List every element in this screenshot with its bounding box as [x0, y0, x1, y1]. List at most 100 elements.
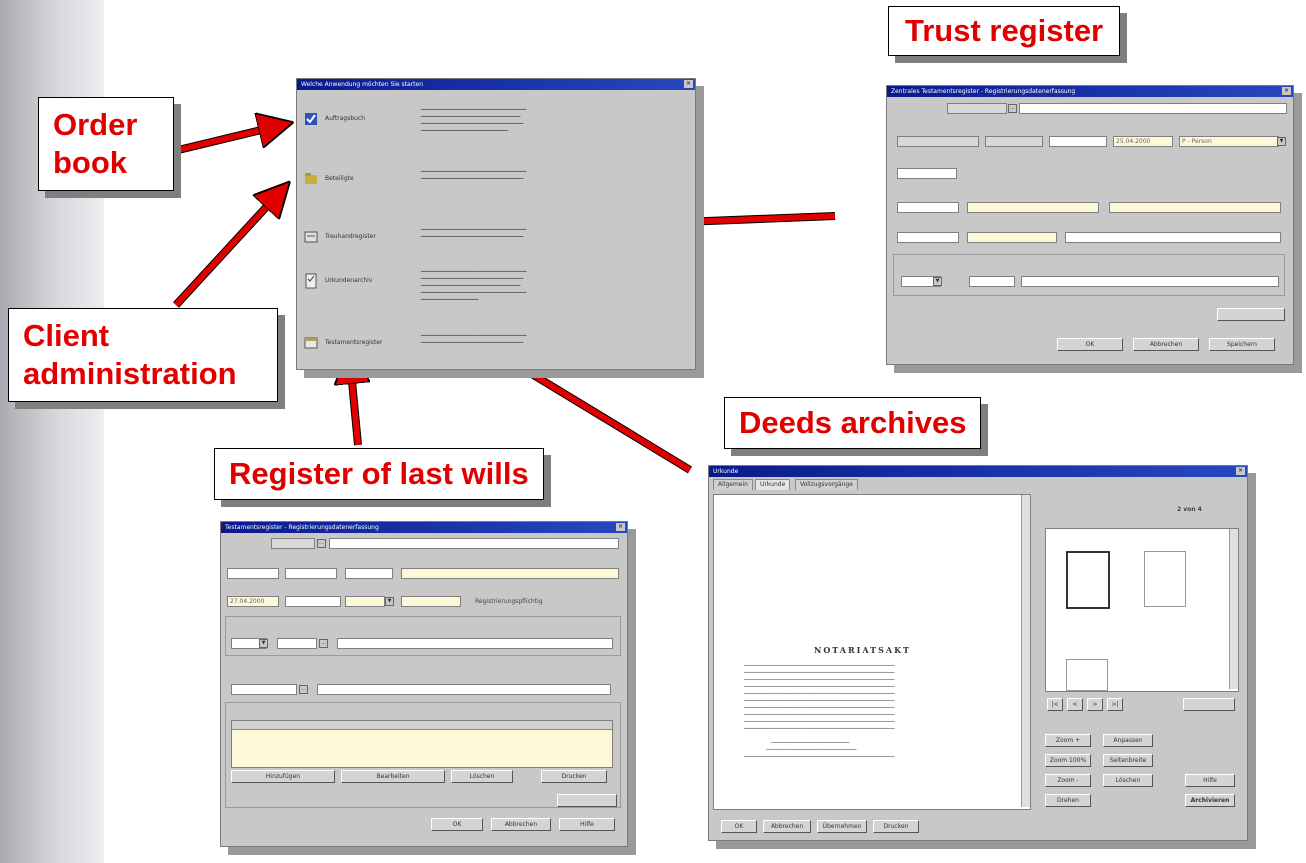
- launcher-item-order-book[interactable]: Auftragsbuch ━━━━━━━━━━━━━━━━━━━━━━━━━━━…: [301, 107, 681, 147]
- tab-vollzug[interactable]: Vollzugsvorgänge: [795, 479, 858, 490]
- wills-ok-button[interactable]: OK: [431, 818, 483, 831]
- delete-page-button[interactable]: Löschen: [1103, 774, 1153, 787]
- wills-field-a[interactable]: [227, 568, 279, 579]
- wills-add-button[interactable]: Hinzufügen: [231, 770, 335, 783]
- trust-ok-button[interactable]: OK: [1057, 338, 1123, 351]
- document-scrollbar[interactable]: [1021, 495, 1030, 807]
- callout-deeds-archives: Deeds archives: [724, 397, 982, 449]
- wills-field-i[interactable]: [317, 684, 611, 695]
- chevron-down-icon[interactable]: ▼: [1277, 137, 1286, 146]
- wills-field-c[interactable]: [345, 568, 393, 579]
- wills-field-f[interactable]: [345, 596, 385, 607]
- deed-icon: [305, 273, 317, 289]
- trust-name-field[interactable]: [1019, 103, 1287, 114]
- wills-help-button[interactable]: Hilfe: [559, 818, 615, 831]
- nav-prev-button[interactable]: <: [1067, 698, 1083, 711]
- rotate-button[interactable]: Drehen: [1045, 794, 1091, 807]
- tab-allgemein[interactable]: Allgemein: [713, 479, 753, 490]
- close-icon[interactable]: ×: [1236, 467, 1245, 475]
- trust-field-b[interactable]: [985, 136, 1043, 147]
- nav-last-button[interactable]: >|: [1107, 698, 1123, 711]
- trust-zip-field[interactable]: [969, 276, 1015, 287]
- launcher-item-description: ━━━━━━━━━━━━━━━━━━━━━━━━━━━━━━━━━━━ ━━━━━…: [421, 169, 527, 182]
- wills-table[interactable]: [231, 720, 613, 768]
- wills-name-field[interactable]: [329, 538, 619, 549]
- wills-title: Testamentsregister - Registrierungsdaten…: [225, 524, 379, 531]
- lookup-button[interactable]: …: [317, 539, 326, 548]
- trust-field-a[interactable]: [897, 136, 979, 147]
- trust-field-e[interactable]: [897, 202, 959, 213]
- trust-cancel-button[interactable]: Abbrechen: [1133, 338, 1199, 351]
- wills-date-field[interactable]: 27.04.2000: [227, 596, 279, 607]
- zoom-100-button[interactable]: Zoom 100%: [1045, 754, 1091, 767]
- page-thumbnail[interactable]: [1066, 659, 1108, 691]
- nav-next-button[interactable]: >: [1087, 698, 1103, 711]
- launcher-item-deeds[interactable]: Urkundenarchiv ━━━━━━━━━━━━━━━━━━━━━━━━━…: [301, 269, 681, 309]
- launcher-item-label: Urkundenarchiv: [325, 277, 373, 284]
- trust-extra-button[interactable]: [1217, 308, 1285, 321]
- wills-id-field[interactable]: [271, 538, 315, 549]
- page-info: 2 von 4: [1177, 506, 1202, 513]
- wills-table-header: [232, 721, 612, 730]
- order-book-icon: [305, 113, 317, 125]
- wills-print-button[interactable]: Drucken: [541, 770, 607, 783]
- close-icon[interactable]: ×: [684, 80, 693, 88]
- wills-delete-button[interactable]: Löschen: [451, 770, 513, 783]
- wills-field-b[interactable]: [285, 568, 337, 579]
- thumbnail-scrollbar[interactable]: [1229, 529, 1238, 689]
- wills-court-field[interactable]: [337, 638, 613, 649]
- fit-button[interactable]: Anpassen: [1103, 734, 1153, 747]
- trust-field-g[interactable]: [1109, 202, 1281, 213]
- trust-id-field[interactable]: [947, 103, 1007, 114]
- trust-type-select[interactable]: P - Person: [1179, 136, 1279, 147]
- wills-field-h[interactable]: [231, 684, 297, 695]
- close-icon[interactable]: ×: [616, 523, 625, 531]
- deeds-cancel-button[interactable]: Abbrechen: [763, 820, 811, 833]
- page-thumbnail[interactable]: [1066, 551, 1110, 609]
- close-icon[interactable]: ×: [1282, 87, 1291, 95]
- chevron-down-icon[interactable]: ▼: [933, 277, 942, 286]
- trust-date-field[interactable]: 25.04.2000: [1113, 136, 1173, 147]
- wills-checkbox-label[interactable]: Registrierungspflichtig: [475, 598, 543, 605]
- deeds-ok-button[interactable]: OK: [721, 820, 757, 833]
- tab-urkunde[interactable]: Urkunde: [755, 479, 791, 490]
- trust-field-d[interactable]: [897, 168, 957, 179]
- wills-edit-button[interactable]: Bearbeiten: [341, 770, 445, 783]
- trust-field-i[interactable]: [967, 232, 1057, 243]
- wills-field-d[interactable]: [401, 568, 619, 579]
- trust-field-f[interactable]: [967, 202, 1099, 213]
- launcher-item-clients[interactable]: Beteiligte ━━━━━━━━━━━━━━━━━━━━━━━━━━━━━…: [301, 167, 681, 207]
- archive-button[interactable]: Archivieren: [1185, 794, 1235, 807]
- wills-extra-button[interactable]: [557, 794, 617, 807]
- zoom-out-button[interactable]: Zoom -: [1045, 774, 1091, 787]
- wills-field-e[interactable]: [285, 596, 341, 607]
- trust-save-button[interactable]: Speichern: [1209, 338, 1275, 351]
- chevron-down-icon[interactable]: ▼: [259, 639, 268, 648]
- nav-first-button[interactable]: |<: [1047, 698, 1063, 711]
- trust-field-j[interactable]: [1065, 232, 1281, 243]
- deeds-apply-button[interactable]: Übernehmen: [817, 820, 867, 833]
- trust-field-c[interactable]: [1049, 136, 1107, 147]
- launcher-item-trust-register[interactable]: Treuhandregister ━━━━━━━━━━━━━━━━━━━━━━━…: [301, 225, 681, 265]
- document-preview[interactable]: NOTARIATSAKT ━━━━━━━━━━━━━━━━━━━━━━━━━━━…: [713, 494, 1031, 810]
- folder-icon: [305, 173, 317, 184]
- deeds-side-button-a[interactable]: [1183, 698, 1235, 711]
- wills-zip-field[interactable]: [277, 638, 317, 649]
- wills-cancel-button[interactable]: Abbrechen: [491, 818, 551, 831]
- trust-city-field[interactable]: [1021, 276, 1279, 287]
- deeds-help-button[interactable]: Hilfe: [1185, 774, 1235, 787]
- trust-address-group: [893, 254, 1285, 296]
- trust-field-h[interactable]: [897, 232, 959, 243]
- thumbnail-panel[interactable]: [1045, 528, 1239, 692]
- deeds-print-button[interactable]: Drucken: [873, 820, 919, 833]
- page-thumbnail[interactable]: [1144, 551, 1186, 607]
- launcher-item-last-wills[interactable]: Testamentsregister ━━━━━━━━━━━━━━━━━━━━━…: [301, 331, 681, 367]
- page-width-button[interactable]: Seitenbreite: [1103, 754, 1153, 767]
- wills-field-g[interactable]: [401, 596, 461, 607]
- chevron-down-icon[interactable]: ▼: [385, 597, 394, 606]
- arrow-client-administration: [173, 190, 282, 308]
- lookup-button[interactable]: …: [1008, 104, 1017, 113]
- lookup-button[interactable]: …: [319, 639, 328, 648]
- lookup-button[interactable]: …: [299, 685, 308, 694]
- zoom-in-button[interactable]: Zoom +: [1045, 734, 1091, 747]
